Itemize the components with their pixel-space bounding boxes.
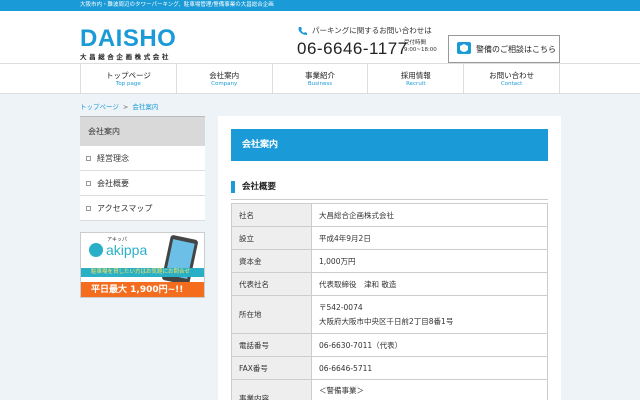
section-heading: 会社概要 [231,179,548,200]
phone-icon [297,26,308,38]
sidebar-item-label: 経営理念 [97,154,129,163]
business-hours: 受付時間 9:00~18:00 [404,40,437,54]
nav-sublabel: Business [307,81,333,87]
nav-item-business[interactable]: 事業紹介 Business [273,64,369,94]
nav-sublabel: Recruit [406,81,426,87]
table-row: 電話番号 06-6630-7011（代表） [231,333,548,357]
row-value: ＜警備事業＞ [311,379,548,400]
table-row: 所在地 〒542-0074 大阪府大阪市中央区千日前2丁目8番1号 [231,295,548,334]
section-heading-text: 会社概要 [242,182,277,192]
security-consult-button[interactable]: 警備のご相談はこちら [448,35,560,63]
nav-label: トップページ [105,71,151,80]
row-value: 代表取締役 津和 敬造 [311,272,548,296]
breadcrumb-separator: > [122,103,129,111]
nav-label: 事業紹介 [304,71,335,80]
akippa-logo-icon [89,243,103,257]
hours-value: 9:00~18:00 [404,47,437,53]
row-value: 06-6630-7011（代表） [311,333,548,357]
nav-item-contact[interactable]: お問い合わせ Contact [464,64,560,94]
row-value: 大昌総合企画株式会社 [311,203,548,227]
logo-wordmark: DAISHO [80,25,177,52]
top-tagline: 大阪市内・難波周辺のタワーパーキング、駐車場管理/警備事業の大昌総合企画 [80,2,274,8]
nav-item-top[interactable]: トップページ Top page [81,64,177,94]
nav-label: 採用情報 [400,71,431,80]
breadcrumb-current: 会社案内 [132,103,159,111]
top-tagline-bar: 大阪市内・難波周辺のタワーパーキング、駐車場管理/警備事業の大昌総合企画 [0,0,640,11]
nav-sublabel: Contact [500,81,523,87]
banner-brand: akippa [89,242,147,258]
consult-label: 警備のご相談はこちら [476,44,556,54]
sidebar-heading: 会社案内 [80,116,205,146]
nav-sublabel: Top page [116,81,141,87]
bullet-square-icon [86,181,91,186]
smartphone-icon [161,234,199,286]
table-row: 設立 平成4年9月2日 [231,226,548,250]
breadcrumb: トップページ > 会社案内 [80,101,158,111]
banner-price-strip: 平日最大 1,900円~!! [81,282,204,297]
banner-brand-name: akippa [106,242,148,258]
business-line: ＜警備事業＞ [319,386,364,395]
sidebar-item-philosophy[interactable]: 経営理念 [80,146,205,171]
row-label: 代表社名 [231,272,312,296]
table-row: FAX番号 06-6646-5711 [231,356,548,380]
row-value: 平成4年9月2日 [311,226,548,250]
table-row: 代表社名 代表取締役 津和 敬造 [231,272,548,296]
nav-label: お問い合わせ [489,71,535,80]
phone-caption: パーキングに関するお問い合わせは [312,26,432,35]
row-value: 1,000万円 [311,249,548,273]
sidebar-item-overview[interactable]: 会社概要 [80,171,205,196]
nav-item-recruit[interactable]: 採用情報 Recruit [368,64,465,94]
table-row: 事業内容 ＜警備事業＞ [231,379,548,400]
hours-label: 受付時間 [404,40,427,46]
banner-line2: 平日最大 1,900円~!! [91,285,184,295]
row-value: 〒542-0074 大阪府大阪市中央区千日前2丁目8番1号 [311,295,548,334]
bullet-square-icon [86,206,91,211]
parking-contact: パーキングに関するお問い合わせは 06-6646-1177 受付時間 9:00~… [297,26,445,59]
breadcrumb-home-link[interactable]: トップページ [80,103,119,111]
main-content: 会社案内 会社概要 社名 大昌総合企画株式会社 設立 平成4年9月2日 資本金 … [218,116,561,400]
logo-company-name: 大昌総合企画株式会社 [80,53,171,61]
page-title: 会社案内 [231,129,548,161]
nav-item-company[interactable]: 会社案内 Company [177,64,273,94]
nav-sublabel: Company [211,81,238,87]
postal-code: 〒542-0074 [319,302,363,312]
table-row: 資本金 1,000万円 [231,249,548,273]
sidebar: 会社案内 経営理念 会社概要 アクセスマップ [80,116,205,221]
row-label: 事業内容 [231,379,312,400]
row-label: 設立 [231,226,312,250]
address: 大阪府大阪市中央区千日前2丁目8番1号 [319,316,454,326]
sidebar-item-access[interactable]: アクセスマップ [80,196,205,221]
row-label: 社名 [231,203,312,227]
row-label: 資本金 [231,249,312,273]
row-label: FAX番号 [231,356,312,380]
global-nav: トップページ Top page 会社案内 Company 事業紹介 Busine… [0,63,640,94]
banner-strip: 駐車場を貸したい方はお気軽にお問合せ [81,268,204,277]
row-value: 06-6646-5711 [311,356,548,380]
row-label: 所在地 [231,295,312,334]
sidebar-item-label: アクセスマップ [97,204,153,213]
nav-label: 会社案内 [209,71,240,80]
row-label: 電話番号 [231,333,312,357]
company-info-table: 社名 大昌総合企画株式会社 設立 平成4年9月2日 資本金 1,000万円 代表… [231,203,548,400]
akippa-banner[interactable]: アキッパ akippa 駐車場を貸したい方はお気軽にお問合せ 平日最大 1,90… [80,232,205,298]
site-header: DAISHO 大昌総合企画株式会社 パーキングに関するお問い合わせは 06-66… [0,11,640,63]
bullet-square-icon [86,156,91,161]
banner-line1: 駐車場を貸したい方はお気軽にお問合せ [91,269,191,275]
consult-icon [457,42,471,56]
sidebar-item-label: 会社概要 [97,179,129,188]
table-row: 社名 大昌総合企画株式会社 [231,203,548,227]
site-logo[interactable]: DAISHO 大昌総合企画株式会社 [80,25,177,62]
